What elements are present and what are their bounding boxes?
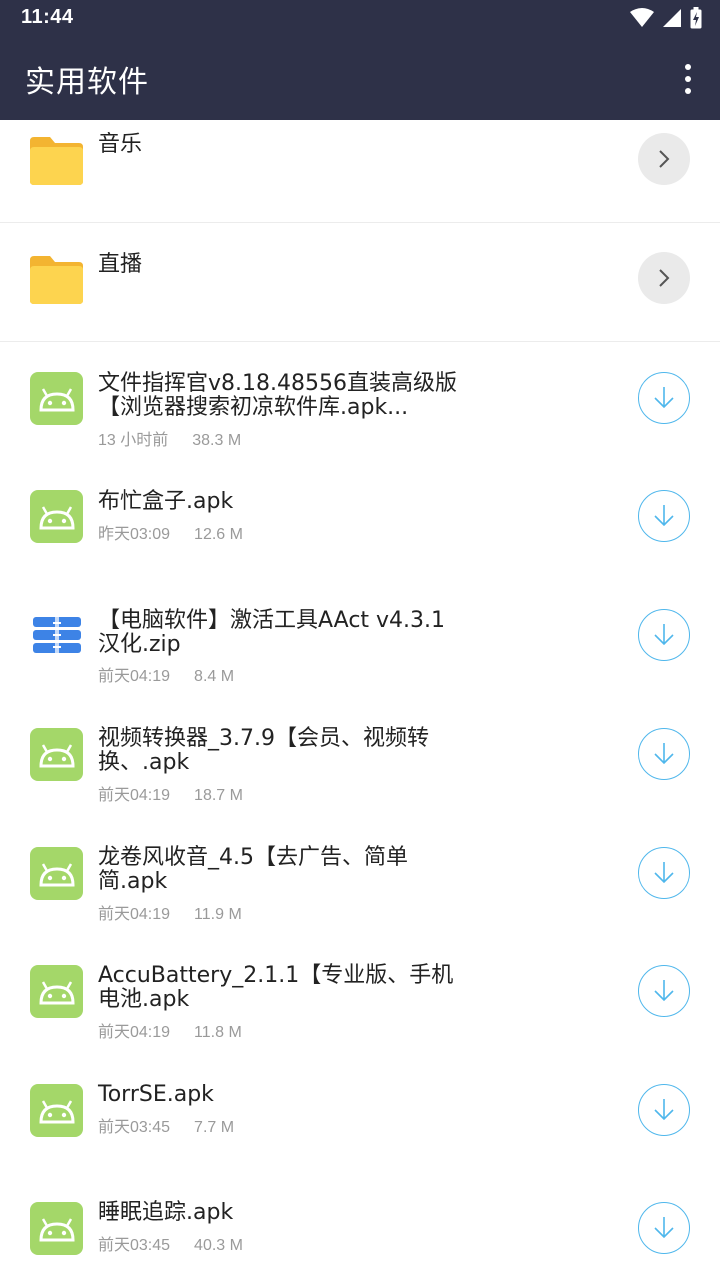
wifi-icon — [630, 8, 654, 27]
chevron-right-icon — [659, 150, 670, 168]
folder-icon — [30, 137, 83, 185]
download-icon — [654, 624, 674, 646]
folder-row-music[interactable]: 音乐 — [0, 120, 720, 222]
file-meta: 前天04:19 18.7 M — [98, 781, 243, 805]
zip-archive-icon — [30, 608, 83, 661]
download-icon — [654, 743, 674, 765]
file-time: 13 小时前 — [98, 432, 169, 449]
download-button[interactable] — [638, 728, 690, 780]
file-name: 文件指挥官v8.18.48556直装高级版 【浏览器搜索初凉软件库.apk... — [98, 371, 457, 420]
download-button[interactable] — [638, 372, 690, 424]
android-apk-icon — [30, 372, 83, 425]
status-time: 11:44 — [21, 6, 74, 28]
status-bar: 11:44 — [0, 0, 720, 38]
file-meta: 13 小时前 38.3 M — [98, 426, 241, 450]
battery-charging-icon — [690, 7, 702, 29]
file-name: 【电脑软件】激活工具AAct v4.3.1 汉化.zip — [98, 608, 446, 657]
download-icon — [654, 980, 674, 1002]
folder-name: 音乐 — [98, 132, 143, 157]
file-name: AccuBattery_2.1.1【专业版、手机 电池.apk — [98, 963, 454, 1012]
file-time: 前天04:19 — [98, 668, 171, 685]
download-icon — [654, 1099, 674, 1121]
file-size: 8.4 M — [194, 668, 235, 685]
download-button[interactable] — [638, 1084, 690, 1136]
download-button[interactable] — [638, 965, 690, 1017]
android-apk-icon — [30, 965, 83, 1018]
android-apk-icon — [30, 1084, 83, 1137]
file-size: 11.8 M — [194, 1024, 242, 1041]
file-row[interactable]: 龙卷风收音_4.5【去广告、简单 简.apk 前天04:19 11.9 M — [0, 815, 720, 933]
file-time: 前天04:19 — [98, 1024, 171, 1041]
file-name: 睡眠追踪.apk — [98, 1200, 234, 1225]
download-icon — [654, 862, 674, 884]
download-icon — [654, 1217, 674, 1239]
file-row[interactable]: 文件指挥官v8.18.48556直装高级版 【浏览器搜索初凉软件库.apk...… — [0, 342, 720, 460]
system-icons — [630, 7, 702, 29]
file-meta: 前天04:19 8.4 M — [98, 662, 234, 686]
file-time: 前天04:19 — [98, 787, 171, 804]
file-name: 龙卷风收音_4.5【去广告、简单 简.apk — [98, 845, 408, 894]
android-apk-icon — [30, 728, 83, 781]
folder-row-live[interactable]: 直播 — [0, 223, 720, 341]
android-apk-icon — [30, 847, 83, 900]
file-time: 前天03:45 — [98, 1237, 171, 1254]
file-time: 昨天03:09 — [98, 526, 171, 543]
file-meta: 前天04:19 11.9 M — [98, 900, 242, 924]
file-list: 音乐 直播 文件指挥官v8.18.48556直装高级版 【浏览器搜索初凉软件库.… — [0, 120, 720, 1280]
file-row[interactable]: AccuBattery_2.1.1【专业版、手机 电池.apk 前天04:19 1… — [0, 933, 720, 1051]
page-title: 实用软件 — [25, 65, 149, 100]
download-button[interactable] — [638, 847, 690, 899]
folder-icon — [30, 256, 83, 304]
download-icon — [654, 505, 674, 527]
file-size: 11.9 M — [194, 906, 242, 923]
file-meta: 前天03:45 7.7 M — [98, 1113, 234, 1137]
file-name: 布忙盒子.apk — [98, 489, 234, 514]
android-apk-icon — [30, 1202, 83, 1255]
file-size: 7.7 M — [194, 1119, 235, 1136]
file-size: 18.7 M — [194, 787, 243, 804]
file-meta: 前天03:45 40.3 M — [98, 1231, 243, 1255]
download-icon — [654, 387, 674, 409]
file-row[interactable]: 视频转换器_3.7.9【会员、视频转 换、.apk 前天04:19 18.7 M — [0, 696, 720, 814]
file-time: 前天03:45 — [98, 1119, 171, 1136]
file-row[interactable]: 睡眠追踪.apk 前天03:45 40.3 M — [0, 1169, 720, 1280]
file-row[interactable]: 【电脑软件】激活工具AAct v4.3.1 汉化.zip 前天04:19 8.4 … — [0, 578, 720, 696]
open-folder-button[interactable] — [638, 252, 690, 304]
chevron-right-icon — [659, 269, 670, 287]
open-folder-button[interactable] — [638, 133, 690, 185]
file-size: 12.6 M — [194, 526, 243, 543]
more-options-icon[interactable] — [678, 64, 698, 94]
folder-name: 直播 — [98, 252, 143, 277]
file-size: 38.3 M — [192, 432, 242, 449]
download-button[interactable] — [638, 609, 690, 661]
file-time: 前天04:19 — [98, 906, 171, 923]
cell-signal-icon — [663, 9, 681, 27]
app-bar: 实用软件 — [0, 38, 720, 120]
download-button[interactable] — [638, 490, 690, 542]
file-row[interactable]: 布忙盒子.apk 昨天03:09 12.6 M — [0, 460, 720, 578]
android-apk-icon — [30, 490, 83, 543]
file-row[interactable]: TorrSE.apk 前天03:45 7.7 M — [0, 1051, 720, 1169]
download-button[interactable] — [638, 1202, 690, 1254]
file-name: 视频转换器_3.7.9【会员、视频转 换、.apk — [98, 726, 429, 775]
file-meta: 昨天03:09 12.6 M — [98, 520, 243, 544]
file-name: TorrSE.apk — [98, 1082, 214, 1107]
file-meta: 前天04:19 11.8 M — [98, 1018, 242, 1042]
file-size: 40.3 M — [194, 1237, 243, 1254]
